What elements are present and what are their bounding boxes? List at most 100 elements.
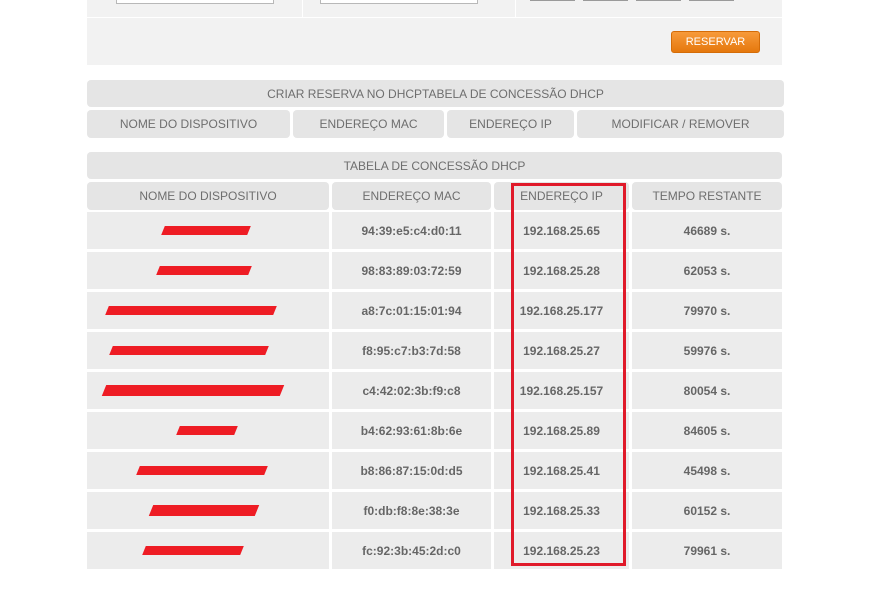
reservation-col-modify-remove: MODIFICAR / REMOVER: [577, 110, 784, 138]
ip-value: 192.168.25.41: [523, 463, 600, 478]
lease-row-mac: 94:39:e5:c4:d0:11: [332, 212, 491, 249]
reservation-col-mac: ENDEREÇO MAC: [293, 110, 444, 138]
mac-value: f8:95:c7:b3:7d:58: [362, 343, 461, 358]
lease-row-ip: 192.168.25.89: [494, 412, 629, 449]
lease-row-ip: 192.168.25.177: [494, 292, 629, 329]
lease-row-device-name: [87, 292, 329, 329]
lease-row-time: 79970 s.: [632, 292, 782, 329]
lease-row-time: 80054 s.: [632, 372, 782, 409]
time-value: 60152 s.: [683, 503, 731, 518]
ip-octet-4-input[interactable]: [689, 0, 734, 1]
lease-row-ip: 192.168.25.23: [494, 532, 629, 569]
form-divider: [87, 17, 782, 18]
lease-row-mac: fc:92:3b:45:2d:c0: [332, 532, 491, 569]
ip-octet-3-input[interactable]: [636, 0, 681, 1]
redacted-device-name: [105, 306, 277, 315]
ip-value: 192.168.25.177: [519, 303, 604, 318]
ip-value: 192.168.25.23: [523, 543, 600, 558]
lease-col-label: NOME DO DISPOSITIVO: [139, 189, 277, 203]
lease-row-mac: 98:83:89:03:72:59: [332, 252, 491, 289]
ip-octet-2-input[interactable]: [583, 0, 628, 1]
mac-address-input[interactable]: [320, 0, 478, 4]
lease-row-time: 45498 s.: [632, 452, 782, 489]
ip-value: 192.168.25.157: [519, 383, 604, 398]
form-separator: [515, 0, 516, 17]
mac-value: 94:39:e5:c4:d0:11: [361, 223, 462, 238]
redacted-device-name: [176, 426, 238, 435]
lease-col-label: ENDEREÇO MAC: [362, 189, 461, 203]
lease-col-time-remaining: TEMPO RESTANTE: [632, 182, 782, 210]
redacted-device-name: [142, 546, 244, 555]
reservation-col-label: ENDEREÇO IP: [469, 117, 552, 131]
reservation-col-label: ENDEREÇO MAC: [319, 117, 418, 131]
device-name-input[interactable]: [116, 0, 274, 4]
lease-row-ip: 192.168.25.41: [494, 452, 629, 489]
lease-row-time: 59976 s.: [632, 332, 782, 369]
redacted-device-name: [136, 466, 268, 475]
lease-table-title-text: TABELA DE CONCESSÃO DHCP: [343, 158, 526, 173]
lease-row-device-name: [87, 492, 329, 529]
redacted-device-name: [101, 385, 285, 396]
lease-row-time: 79961 s.: [632, 532, 782, 569]
lease-row-device-name: [87, 372, 329, 409]
lease-col-label: ENDEREÇO IP: [520, 189, 603, 203]
mac-value: c4:42:02:3b:f9:c8: [362, 383, 461, 398]
lease-row-ip: 192.168.25.65: [494, 212, 629, 249]
lease-row-mac: f8:95:c7:b3:7d:58: [332, 332, 491, 369]
lease-row-ip: 192.168.25.28: [494, 252, 629, 289]
lease-row-mac: a8:7c:01:15:01:94: [332, 292, 491, 329]
lease-row-time: 60152 s.: [632, 492, 782, 529]
lease-row-time: 84605 s.: [632, 412, 782, 449]
reservation-section-title-text: CRIAR RESERVA NO DHCPTABELA DE CONCESSÃO…: [267, 86, 604, 101]
ip-value: 192.168.25.65: [523, 223, 600, 238]
reservation-col-label: MODIFICAR / REMOVER: [611, 117, 750, 131]
reservation-form-panel: RESERVAR: [87, 0, 782, 65]
time-value: 79961 s.: [683, 543, 731, 558]
lease-col-label: TEMPO RESTANTE: [652, 189, 762, 203]
redacted-device-name: [156, 266, 252, 275]
lease-table-title: TABELA DE CONCESSÃO DHCP: [87, 152, 782, 179]
ip-value: 192.168.25.27: [523, 343, 600, 358]
time-value: 84605 s.: [683, 423, 731, 438]
mac-value: a8:7c:01:15:01:94: [361, 303, 462, 318]
ip-octet-1-input[interactable]: [530, 0, 575, 1]
time-value: 59976 s.: [683, 343, 731, 358]
lease-row-ip: 192.168.25.33: [494, 492, 629, 529]
time-value: 45498 s.: [683, 463, 731, 478]
reserve-button[interactable]: RESERVAR: [671, 31, 760, 53]
mac-value: fc:92:3b:45:2d:c0: [362, 543, 461, 558]
lease-row-device-name: [87, 412, 329, 449]
time-value: 80054 s.: [683, 383, 731, 398]
lease-row-mac: c4:42:02:3b:f9:c8: [332, 372, 491, 409]
mac-value: b4:62:93:61:8b:6e: [360, 423, 463, 438]
time-value: 79970 s.: [683, 303, 731, 318]
lease-row-device-name: [87, 212, 329, 249]
lease-row-device-name: [87, 452, 329, 489]
time-value: 62053 s.: [683, 263, 731, 278]
redacted-device-name: [109, 346, 269, 355]
mac-value: 98:83:89:03:72:59: [361, 263, 462, 278]
mac-value: f0:db:f8:8e:38:3e: [363, 503, 460, 518]
reservation-col-label: NOME DO DISPOSITIVO: [119, 117, 258, 131]
lease-row-time: 46689 s.: [632, 212, 782, 249]
lease-col-ip: ENDEREÇO IP: [494, 182, 629, 210]
reservation-col-ip: ENDEREÇO IP: [447, 110, 574, 138]
lease-row-ip: 192.168.25.157: [494, 372, 629, 409]
lease-row-mac: b8:86:87:15:0d:d5: [332, 452, 491, 489]
lease-row-device-name: [87, 252, 329, 289]
ip-value: 192.168.25.89: [523, 423, 600, 438]
form-separator: [302, 0, 303, 17]
ip-value: 192.168.25.28: [523, 263, 600, 278]
lease-row-time: 62053 s.: [632, 252, 782, 289]
lease-row-mac: b4:62:93:61:8b:6e: [332, 412, 491, 449]
ip-value: 192.168.25.33: [523, 503, 600, 518]
lease-row-device-name: [87, 532, 329, 569]
lease-col-device-name: NOME DO DISPOSITIVO: [87, 182, 329, 210]
lease-col-mac: ENDEREÇO MAC: [332, 182, 491, 210]
lease-row-device-name: [87, 332, 329, 369]
lease-row-ip: 192.168.25.27: [494, 332, 629, 369]
redacted-device-name: [161, 226, 251, 235]
time-value: 46689 s.: [683, 223, 731, 238]
redacted-device-name: [148, 505, 260, 516]
reservation-col-device-name: NOME DO DISPOSITIVO: [87, 110, 290, 138]
